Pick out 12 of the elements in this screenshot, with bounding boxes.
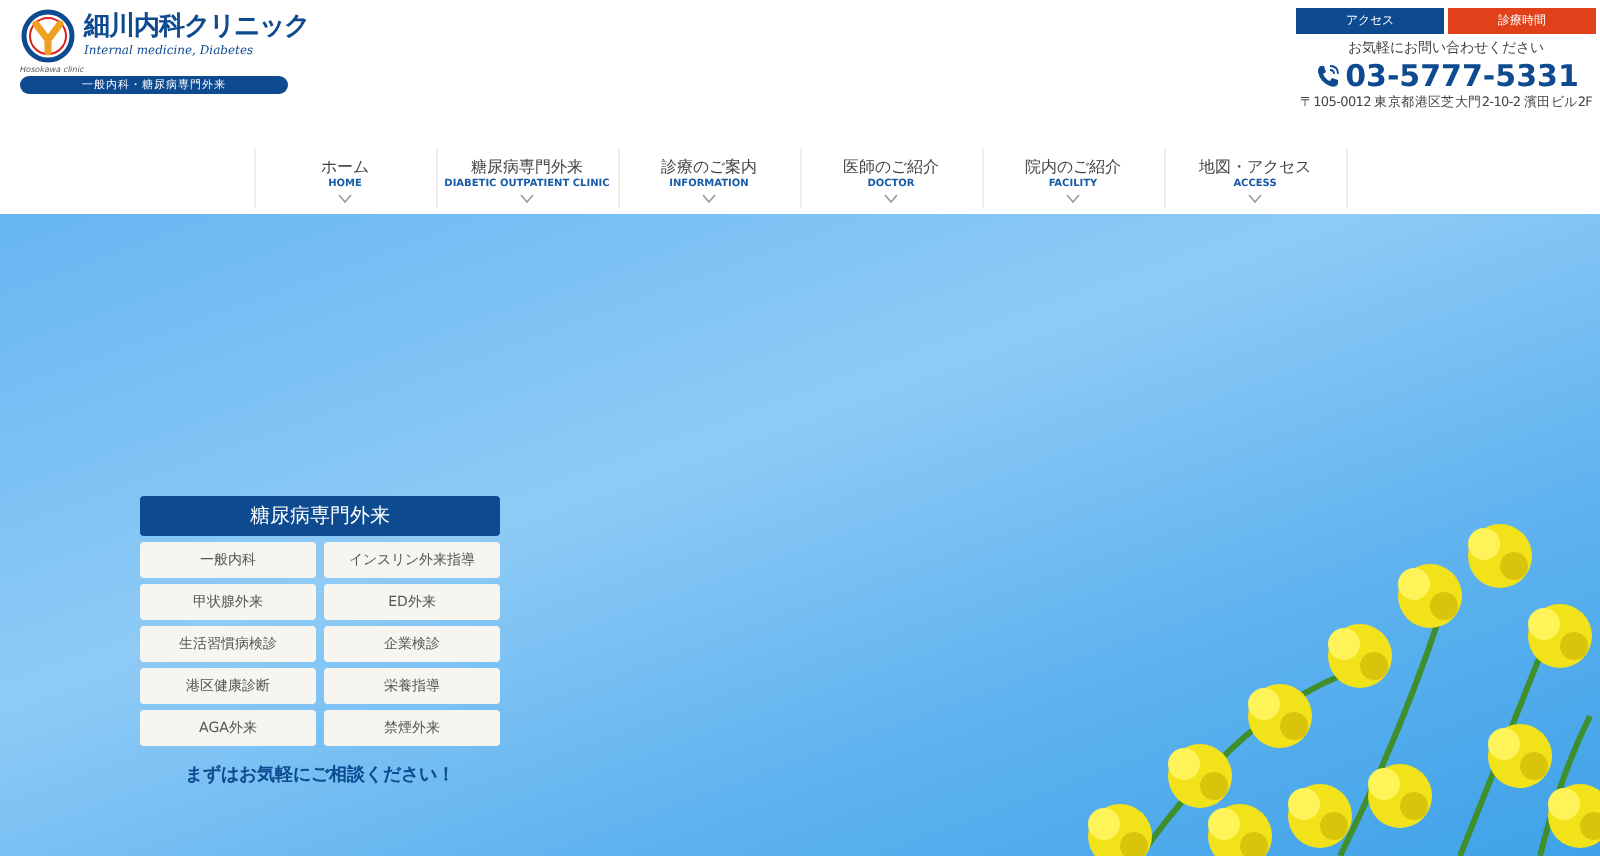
clinic-logo-icon: [20, 8, 76, 64]
phone-icon: [1313, 62, 1342, 90]
chevron-down-icon: [520, 194, 534, 204]
chevron-down-icon: [702, 194, 716, 204]
chevron-down-icon: [338, 194, 352, 204]
chevron-down-icon: [1066, 194, 1080, 204]
clinic-name: 細川内科クリニック: [84, 10, 309, 44]
chevron-down-icon: [884, 194, 898, 204]
phone-number: 03-5777-5331: [1345, 58, 1579, 94]
consultation-message: まずはお気軽にご相談ください！: [183, 762, 457, 788]
chevron-down-icon: [1248, 194, 1262, 204]
services-title: 糖尿病専門外来: [140, 496, 500, 536]
